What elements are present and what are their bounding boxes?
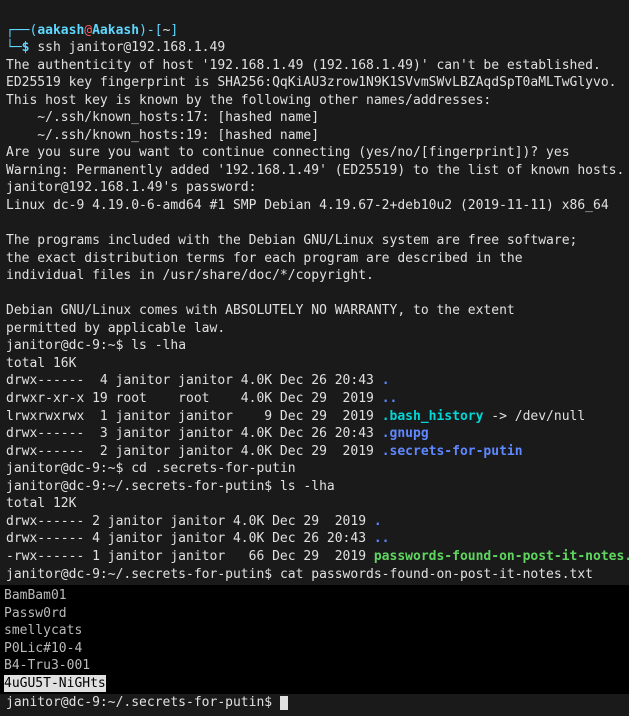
cd-command: cd .secrets-for-putin xyxy=(131,461,295,476)
ssh-output-line: Are you sure you want to continue connec… xyxy=(6,145,570,160)
ssh-output-line: Warning: Permanently added '192.168.1.49… xyxy=(6,163,624,178)
ls-row: drwx------ 4 janitor janitor 4.0K Dec 26… xyxy=(6,373,390,388)
local-prompt-header: ┌──(aakash@Aakash)-[~] xyxy=(6,23,178,38)
ls-row: drwx------ 3 janitor janitor 4.0K Dec 26… xyxy=(6,426,429,441)
ssh-command: ssh janitor@192.168.1.49 xyxy=(37,40,225,55)
ls-command: ls -lha xyxy=(131,338,186,353)
ls-command: ls -lha xyxy=(280,479,335,494)
ssh-output-line: Debian GNU/Linux comes with ABSOLUTELY N… xyxy=(6,303,515,318)
ls-total: total 12K xyxy=(6,496,76,511)
password-line-highlighted: 4uGU5T-NiGHts xyxy=(4,675,106,693)
remote-prompt: janitor@dc-9:~/.secrets-for-putin$ xyxy=(6,695,280,710)
ssh-output-line: ED25519 key fingerprint is SHA256:QqKiAU… xyxy=(6,75,616,90)
ls-row: drwx------ 2 janitor janitor 4.0K Dec 29… xyxy=(6,514,382,529)
ssh-output-line: ~/.ssh/known_hosts:19: [hashed name] xyxy=(6,128,319,143)
password-line: P0Lic#10-4 xyxy=(4,641,82,656)
ssh-output-line: This host key is known by the following … xyxy=(6,93,491,108)
ssh-output-line: Linux dc-9 4.19.0-6-amd64 #1 SMP Debian … xyxy=(6,198,609,213)
remote-prompt: janitor@dc-9:~$ xyxy=(6,338,131,353)
remote-prompt: janitor@dc-9:~/.secrets-for-putin$ xyxy=(6,479,280,494)
ls-row: lrwxrwxrwx 1 janitor janitor 9 Dec 29 20… xyxy=(6,409,585,424)
password-line: smellycats xyxy=(4,623,82,638)
ssh-output-line: individual files in /usr/share/doc/*/cop… xyxy=(6,268,374,283)
ssh-output-line: ~/.ssh/known_hosts:17: [hashed name] xyxy=(6,110,319,125)
ssh-output-line: the exact distribution terms for each pr… xyxy=(6,251,523,266)
ssh-output-line: The authenticity of host '192.168.1.49 (… xyxy=(6,58,601,73)
ls-row: drwxr-xr-x 19 root root 4.0K Dec 29 2019… xyxy=(6,391,397,406)
ls-total: total 16K xyxy=(6,356,76,371)
cursor[interactable] xyxy=(280,696,288,710)
password-line: Passw0rd xyxy=(4,606,67,621)
cat-output-block: BamBam01 Passw0rd smellycats P0Lic#10-4 … xyxy=(0,585,629,694)
cat-command: cat passwords-found-on-post-it-notes.txt xyxy=(280,567,593,582)
remote-prompt: janitor@dc-9:~$ xyxy=(6,461,131,476)
ssh-output-line: The programs included with the Debian GN… xyxy=(6,233,577,248)
password-line: B4-Tru3-001 xyxy=(4,658,90,673)
ssh-output-line: janitor@192.168.1.49's password: xyxy=(6,180,256,195)
ls-row: -rwx------ 1 janitor janitor 66 Dec 29 2… xyxy=(6,549,629,564)
terminal-window[interactable]: ┌──(aakash@Aakash)-[~] └─$ ssh janitor@1… xyxy=(0,0,629,716)
local-prompt-line: └─$ xyxy=(6,40,37,55)
ssh-output-line: permitted by applicable law. xyxy=(6,321,225,336)
password-line: BamBam01 xyxy=(4,588,67,603)
ls-row: drwx------ 2 janitor janitor 4.0K Dec 29… xyxy=(6,444,523,459)
ls-row: drwx------ 4 janitor janitor 4.0K Dec 26… xyxy=(6,531,390,546)
remote-prompt: janitor@dc-9:~/.secrets-for-putin$ xyxy=(6,567,280,582)
